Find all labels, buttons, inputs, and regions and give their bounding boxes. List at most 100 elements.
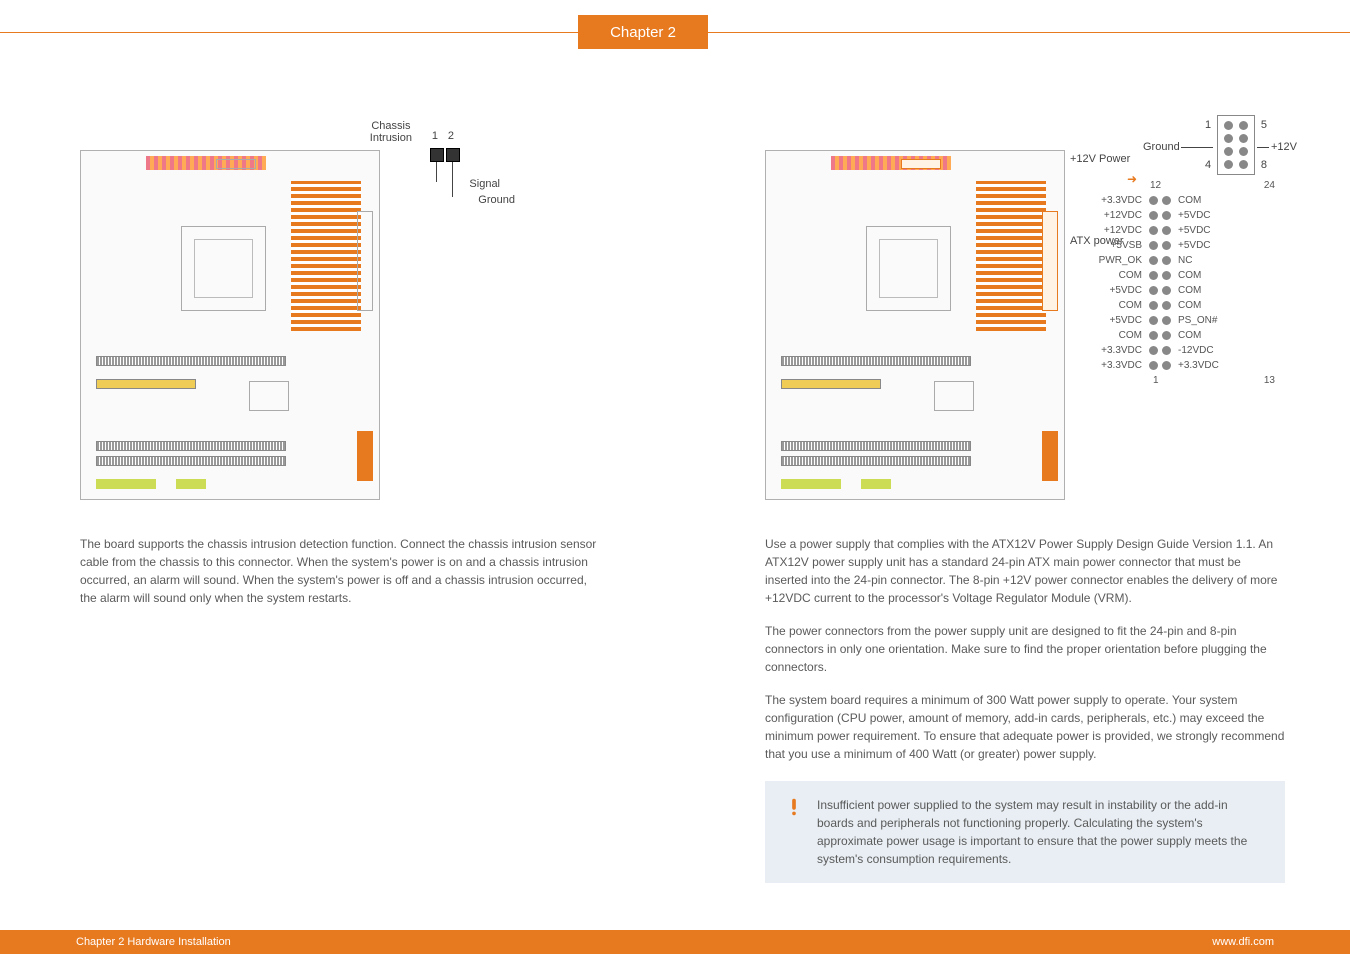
ground-label: Ground [478, 194, 515, 206]
pin-dot [1162, 361, 1171, 370]
pin8-label: 8 [1261, 159, 1267, 171]
pin-dot [1149, 196, 1158, 205]
pin [430, 148, 444, 162]
pin-label-left: +3.3VDC [1085, 345, 1147, 356]
pin-label-right: COM [1173, 300, 1231, 311]
12v-power-label: +12V Power [1070, 153, 1130, 165]
pin-dot [1162, 226, 1171, 235]
pin-label-right: +5VDC [1173, 240, 1231, 251]
pin-label-right: +5VDC [1173, 225, 1231, 236]
pin-dot [1162, 256, 1171, 265]
pin1-label: 1 [1205, 119, 1211, 131]
atx-24pin-highlight [1042, 211, 1058, 311]
pcie-slot [96, 356, 286, 366]
page-footer: Chapter 2 Hardware Installation www.dfi.… [0, 930, 1350, 954]
audio-header [781, 479, 841, 489]
pin-label-right: COM [1173, 195, 1231, 206]
line [452, 162, 453, 197]
chipset [934, 381, 974, 411]
pin-label-left: +3.3VDC [1085, 360, 1147, 371]
pin-label-right: PS_ON# [1173, 315, 1231, 326]
pin-num-1: 1 [432, 130, 438, 142]
pin24-label: 24 [1264, 180, 1275, 191]
pin-label-left: COM [1085, 270, 1147, 281]
pin-dot [1149, 301, 1158, 310]
chassis-intrusion-label: Chassis Intrusion [370, 120, 412, 144]
pin-dot [1162, 211, 1171, 220]
pin-label-left: +12VDC [1085, 210, 1147, 221]
pin-dot [1149, 346, 1158, 355]
pin-num-2: 2 [448, 130, 454, 142]
power-diagram: +12V Power ATX power ➜ 1 5 4 8 Ground +1… [765, 120, 1285, 520]
pin-dot [1149, 211, 1158, 220]
chipset [249, 381, 289, 411]
pin-label-right: NC [1173, 255, 1231, 266]
pin-label-right: -12VDC [1173, 345, 1231, 356]
pin5-label: 5 [1261, 119, 1267, 131]
header [861, 479, 891, 489]
sata-ports [1042, 431, 1058, 481]
ground-label: Ground [1143, 141, 1180, 153]
pin-label-left: +3.3VDC [1085, 195, 1147, 206]
pin-label-left: COM [1085, 300, 1147, 311]
pin-dot [1162, 241, 1171, 250]
pin-dot [1149, 241, 1158, 250]
pin12-label: 12 [1150, 180, 1161, 191]
pin-label-right: +5VDC [1173, 210, 1231, 221]
audio-header [96, 479, 156, 489]
pin-label-right: +3.3VDC [1173, 360, 1231, 371]
8pin-connector: 1 5 4 8 Ground +12V [1217, 115, 1255, 175]
pin-label-left: +5VDC [1085, 315, 1147, 326]
pin-dot [1149, 361, 1158, 370]
note-text: Insufficient power supplied to the syste… [817, 796, 1267, 868]
dimm-slots [291, 181, 361, 331]
exclamation-icon [783, 796, 803, 816]
pcie-slot [781, 456, 971, 466]
important-note: Insufficient power supplied to the syste… [765, 781, 1285, 883]
board-outline [80, 150, 380, 500]
pin-label-left: COM [1085, 330, 1147, 341]
chassis-pin-header [430, 148, 460, 162]
pin-label-left: +5VDC [1085, 285, 1147, 296]
pin-dot [1149, 316, 1158, 325]
pin-dot [1149, 256, 1158, 265]
power-paragraph-1: Use a power supply that complies with th… [765, 535, 1285, 607]
line [1181, 147, 1213, 148]
pin-label-right: COM [1173, 330, 1231, 341]
pin-dot [1162, 346, 1171, 355]
dimm-slots [976, 181, 1046, 331]
plus12v-label: +12V [1271, 141, 1297, 153]
pin-dot [1149, 271, 1158, 280]
pcie-slot [781, 441, 971, 451]
pcie-slot [96, 441, 286, 451]
signal-label: Signal [469, 178, 500, 190]
atx-24pin [357, 211, 373, 311]
pin [446, 148, 460, 162]
pin-label-left: +12VDC [1085, 225, 1147, 236]
chassis-diagram: Chassis Intrusion 1 2 Signal Ground [80, 120, 600, 520]
pin-dot [1149, 286, 1158, 295]
footer-right: www.dfi.com [1212, 936, 1274, 948]
pin-dot [1149, 226, 1158, 235]
atx-8pin [216, 159, 256, 169]
24pin-connector: 12 24 +3.3VDC COM +12VDC +5VDC +12VDC +5VDC +5… [1085, 180, 1285, 386]
pin4-label: 4 [1205, 159, 1211, 171]
sata-ports [357, 431, 373, 481]
pin-label-right: COM [1173, 285, 1231, 296]
line [1257, 147, 1269, 148]
footer-left: Chapter 2 Hardware Installation [76, 936, 231, 948]
left-column: Chassis Intrusion 1 2 Signal Ground [80, 120, 600, 607]
cpu-socket [866, 226, 951, 311]
pin-dot [1162, 286, 1171, 295]
pci-slot [96, 379, 196, 389]
pin-label-left: +5VSB [1085, 240, 1147, 251]
pin-dot [1162, 316, 1171, 325]
line [436, 162, 437, 182]
atx-8pin-highlight [901, 159, 941, 169]
pin-dot [1162, 196, 1171, 205]
pin13-label: 13 [1264, 375, 1275, 386]
pin-label-left: PWR_OK [1085, 255, 1147, 266]
power-paragraph-3: The system board requires a minimum of 3… [765, 691, 1285, 763]
power-paragraph-2: The power connectors from the power supp… [765, 622, 1285, 676]
pcie-slot [781, 356, 971, 366]
